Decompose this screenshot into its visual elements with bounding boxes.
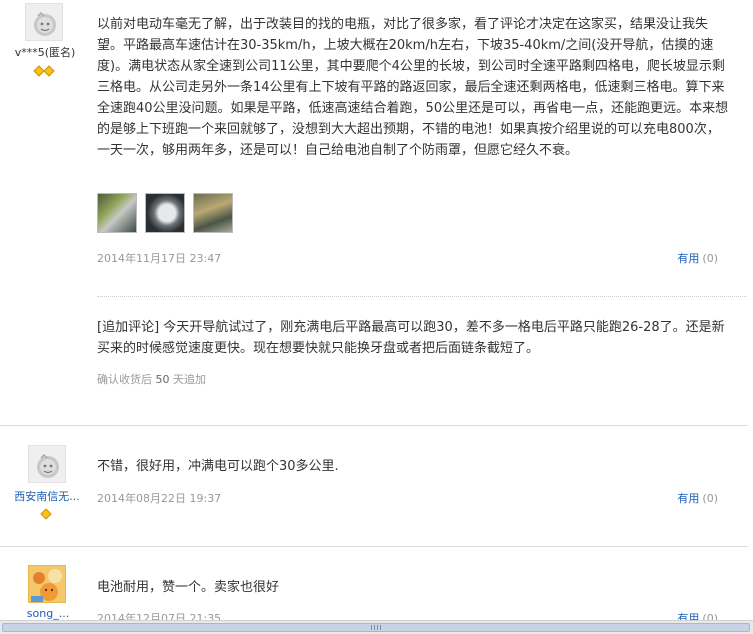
followup-tag: [追加评论] bbox=[97, 320, 160, 335]
review-item: song_... 电池耐用，赞一个。卖家也很好 2014年12月07日 21:3… bbox=[0, 547, 753, 625]
append-days: 50 bbox=[155, 373, 170, 386]
avatar[interactable] bbox=[28, 445, 66, 483]
review-date: 2014年11月17日 23:47 bbox=[97, 252, 222, 265]
user-name[interactable]: 西安南信无... bbox=[2, 488, 92, 504]
scrollbar-thumb[interactable] bbox=[2, 623, 750, 632]
buyer-rank-badge bbox=[33, 65, 55, 77]
review-content: 以前对电动车毫无了解，出于改装目的找的电瓶，对比了很多家，看了评论才决定在这家买… bbox=[97, 17, 729, 158]
buyer-rank-badge bbox=[40, 508, 52, 520]
diamond-icon bbox=[40, 508, 52, 520]
review-content: 不错，很好用，冲满电可以跑个30多公里. bbox=[97, 459, 339, 474]
default-avatar-icon bbox=[26, 4, 62, 40]
divider bbox=[97, 296, 747, 297]
review-item: v***5(匿名) 以前对电动车毫无了解，出于改装目的找的电瓶，对比了很多家，看… bbox=[0, 0, 753, 425]
useful-count: (0) bbox=[702, 492, 718, 505]
user-name: v***5(匿名) bbox=[14, 46, 76, 59]
useful-count: (0) bbox=[702, 252, 718, 265]
followup-review: [追加评论] 今天开导航试过了，刚充满电后平路最高可以跑30，差不多一格电后平路… bbox=[97, 317, 729, 359]
review-content: 电池耐用，赞一个。卖家也很好 bbox=[97, 580, 280, 595]
followup-text: 今天开导航试过了，刚充满电后平路最高可以跑30，差不多一格电后平路只能跑26-2… bbox=[97, 320, 725, 356]
avatar[interactable] bbox=[28, 565, 66, 603]
review-photo-thumbnail[interactable] bbox=[145, 193, 185, 233]
useful-button[interactable]: 有用 bbox=[677, 492, 699, 505]
avatar[interactable] bbox=[25, 3, 63, 41]
user-photo-avatar-icon bbox=[29, 566, 65, 602]
review-photo-thumbnail[interactable] bbox=[193, 193, 233, 233]
useful-vote[interactable]: 有用 (0) bbox=[677, 490, 718, 506]
append-note: 确认收货后 50 天追加 bbox=[97, 373, 206, 386]
review-date: 2014年08月22日 19:37 bbox=[97, 492, 222, 505]
review-item: 西安南信无... 不错，很好用，冲满电可以跑个30多公里. 2014年08月22… bbox=[0, 426, 753, 546]
review-photos bbox=[97, 193, 233, 233]
useful-vote[interactable]: 有用 (0) bbox=[677, 250, 718, 266]
horizontal-scrollbar[interactable] bbox=[0, 620, 753, 634]
default-avatar-icon bbox=[29, 446, 65, 482]
review-photo-thumbnail[interactable] bbox=[97, 193, 137, 233]
grip-icon bbox=[371, 625, 381, 630]
user-name[interactable]: song_... bbox=[3, 607, 93, 620]
useful-button[interactable]: 有用 bbox=[677, 252, 699, 265]
diamond-icon bbox=[43, 65, 55, 77]
